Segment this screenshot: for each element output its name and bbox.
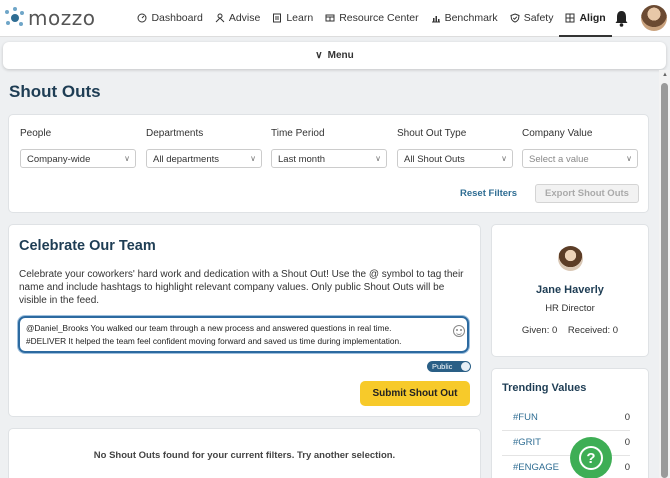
departments-value: All departments bbox=[153, 154, 220, 165]
time-period-select[interactable]: Last month ∨ bbox=[271, 149, 387, 168]
message-line-1: @Daniel_Brooks You walked our team throu… bbox=[26, 323, 392, 333]
chevron-down-icon: ∨ bbox=[501, 154, 507, 163]
profile-card: Jane Haverly HR Director Given: 0 Receiv… bbox=[491, 224, 649, 357]
top-nav: mozzo Dashboard Advise Learn Resource Ce… bbox=[0, 0, 670, 37]
scroll-up-arrow-icon[interactable]: ▲ bbox=[662, 72, 668, 78]
page-title: Shout Outs bbox=[9, 82, 101, 101]
emoji-icon[interactable] bbox=[453, 325, 465, 337]
shout-out-message-input[interactable]: @Daniel_Brooks You walked our team throu… bbox=[18, 316, 469, 353]
nav-advise-label: Advise bbox=[228, 12, 261, 24]
benchmark-icon bbox=[431, 16, 440, 23]
message-line-2: #DELIVER It helped the team feel confide… bbox=[26, 336, 402, 346]
trending-tag: #GRIT bbox=[513, 437, 541, 448]
trending-count: 0 bbox=[624, 412, 630, 423]
departments-select[interactable]: All departments ∨ bbox=[146, 149, 262, 168]
trending-count: 0 bbox=[624, 462, 630, 473]
departments-label: Departments bbox=[146, 128, 204, 139]
chevron-down-icon: ∨ bbox=[250, 154, 256, 163]
shout-out-type-select[interactable]: All Shout Outs ∨ bbox=[397, 149, 513, 168]
brand-name: mozzo bbox=[28, 6, 96, 30]
nav-learn-label: Learn bbox=[286, 12, 314, 24]
given-count: Given: 0 bbox=[521, 325, 558, 336]
chevron-down-icon: ∨ bbox=[626, 154, 632, 163]
company-value-placeholder: Select a value bbox=[529, 154, 589, 165]
trending-item[interactable]: #FUN 0 bbox=[502, 406, 630, 431]
nav-resource-center[interactable]: Resource Center bbox=[319, 0, 424, 37]
question-mark-icon: ? bbox=[579, 446, 603, 470]
nav-align[interactable]: Align bbox=[559, 0, 612, 37]
people-value: Company-wide bbox=[27, 154, 91, 165]
people-select[interactable]: Company-wide ∨ bbox=[20, 149, 136, 168]
nav-learn[interactable]: Learn bbox=[266, 0, 319, 37]
people-label: People bbox=[20, 128, 52, 139]
scrollbar-thumb[interactable] bbox=[661, 83, 668, 478]
dashboard-icon bbox=[137, 13, 147, 23]
filters-card: People Company-wide ∨ Departments All de… bbox=[8, 114, 649, 213]
grid-icon bbox=[565, 13, 575, 23]
nav-advise[interactable]: Advise bbox=[209, 0, 267, 37]
shout-out-type-label: Shout Out Type bbox=[397, 128, 467, 139]
main-nav: Dashboard Advise Learn Resource Center B… bbox=[131, 0, 612, 37]
learn-icon bbox=[273, 13, 282, 23]
time-period-value: Last month bbox=[278, 154, 325, 165]
profile-avatar bbox=[558, 246, 583, 271]
user-avatar[interactable] bbox=[641, 5, 667, 31]
nav-safety[interactable]: Safety bbox=[504, 0, 560, 37]
menu-toggle[interactable]: ∨ Menu bbox=[3, 42, 666, 69]
nav-benchmark[interactable]: Benchmark bbox=[425, 0, 504, 37]
export-shout-outs-button[interactable]: Export Shout Outs bbox=[535, 184, 639, 203]
reset-filters-link[interactable]: Reset Filters bbox=[460, 188, 517, 199]
trending-title: Trending Values bbox=[502, 382, 587, 394]
celebrate-description: Celebrate your coworkers' hard work and … bbox=[19, 269, 464, 306]
profile-name: Jane Haverly bbox=[536, 284, 604, 296]
chevron-down-icon: ∨ bbox=[315, 50, 323, 61]
trending-tag: #FUN bbox=[513, 412, 538, 423]
help-button[interactable]: ? bbox=[570, 437, 612, 478]
company-value-select[interactable]: Select a value ∨ bbox=[522, 149, 638, 168]
trending-tag: #ENGAGE bbox=[513, 462, 559, 473]
shout-outs-feed: No Shout Outs found for your current fil… bbox=[8, 428, 481, 478]
chevron-down-icon: ∨ bbox=[375, 154, 381, 163]
logo-mark-icon bbox=[4, 7, 26, 29]
public-toggle[interactable]: Public bbox=[427, 361, 471, 372]
nav-align-label: Align bbox=[579, 12, 606, 24]
profile-stats: Given: 0 Received: 0 bbox=[492, 325, 648, 336]
resource-center-icon bbox=[325, 14, 335, 22]
nav-dashboard-label: Dashboard bbox=[151, 12, 203, 24]
advise-icon bbox=[215, 13, 225, 23]
trending-count: 0 bbox=[624, 437, 630, 448]
company-value-label: Company Value bbox=[522, 128, 593, 139]
empty-state-message: No Shout Outs found for your current fil… bbox=[93, 450, 396, 461]
nav-safety-label: Safety bbox=[523, 12, 554, 24]
profile-role: HR Director bbox=[545, 303, 595, 314]
received-count: Received: 0 bbox=[567, 325, 619, 336]
time-period-label: Time Period bbox=[271, 128, 325, 139]
shield-icon bbox=[510, 13, 520, 23]
nav-dashboard[interactable]: Dashboard bbox=[131, 0, 208, 37]
celebrate-card: Celebrate Our Team Celebrate your cowork… bbox=[8, 224, 481, 417]
public-toggle-label: Public bbox=[432, 362, 453, 371]
mozzo-logo[interactable]: mozzo bbox=[4, 6, 95, 30]
nav-benchmark-label: Benchmark bbox=[444, 12, 498, 24]
submit-shout-out-button[interactable]: Submit Shout Out bbox=[360, 381, 470, 406]
menu-label: Menu bbox=[327, 50, 354, 61]
bell-icon[interactable] bbox=[614, 10, 629, 27]
chevron-down-icon: ∨ bbox=[124, 154, 130, 163]
nav-resource-center-label: Resource Center bbox=[339, 12, 419, 24]
celebrate-title: Celebrate Our Team bbox=[19, 238, 156, 254]
shout-out-type-value: All Shout Outs bbox=[404, 154, 465, 165]
